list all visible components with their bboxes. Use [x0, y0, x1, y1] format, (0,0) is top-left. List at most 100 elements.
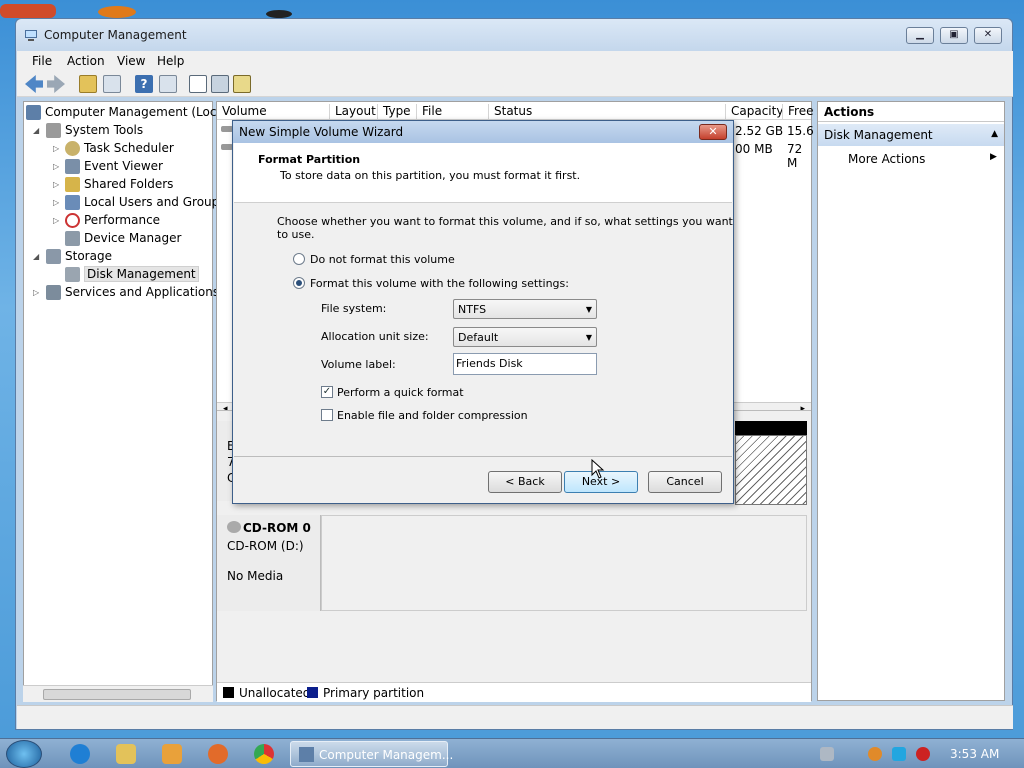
- col-file-system[interactable]: File System: [416, 104, 488, 132]
- start-button[interactable]: [6, 740, 42, 768]
- expand-arrow-icon[interactable]: ▷: [53, 162, 59, 171]
- col-capacity[interactable]: Capacity: [725, 104, 783, 120]
- wizard-header: Format Partition To store data on this p…: [234, 143, 732, 203]
- disk-settings-icon[interactable]: [233, 75, 251, 93]
- close-button[interactable]: ✕: [974, 27, 1002, 44]
- cdrom-icon: [227, 521, 241, 533]
- wizard-separator: [234, 456, 732, 457]
- format-volume-radio[interactable]: [293, 277, 305, 289]
- menu-view[interactable]: View: [117, 54, 145, 68]
- computer-management-icon: [299, 747, 314, 762]
- media-player-icon[interactable]: [162, 744, 182, 764]
- back-icon[interactable]: [25, 75, 43, 93]
- collapse-arrow-icon[interactable]: ◢: [33, 252, 39, 261]
- col-layout[interactable]: Layout: [329, 104, 376, 120]
- more-actions-item[interactable]: More Actions: [848, 152, 925, 166]
- expand-arrow-icon[interactable]: ▷: [53, 216, 59, 225]
- taskbar-computer-management[interactable]: Computer Managem...: [290, 741, 453, 767]
- show-hide-tree-icon[interactable]: [103, 75, 121, 93]
- col-free[interactable]: Free: [782, 104, 813, 120]
- volume-row-free: 15.6: [787, 124, 814, 138]
- compression-checkbox[interactable]: [321, 409, 333, 421]
- do-not-format-radio[interactable]: [293, 253, 305, 265]
- tree-horizontal-scrollbar[interactable]: [23, 685, 213, 702]
- primary-partition-swatch: [307, 687, 318, 698]
- console-tree: Computer Management (Local ◢ System Tool…: [23, 101, 227, 701]
- wizard-prompt: Choose whether you want to format this v…: [277, 215, 733, 241]
- quick-format-checkbox[interactable]: ✓: [321, 386, 333, 398]
- taskbar-clock[interactable]: 3:53 AM: [950, 747, 999, 761]
- desktop-icon[interactable]: [98, 6, 136, 18]
- submenu-arrow-icon[interactable]: ▶: [990, 152, 997, 162]
- back-button[interactable]: < Back: [488, 471, 562, 493]
- explorer-folder-icon[interactable]: [116, 744, 136, 764]
- taskbar: Computer Managem... 3:53 AM: [0, 738, 1024, 768]
- col-type[interactable]: Type: [377, 104, 415, 120]
- format-volume-label[interactable]: Format this volume with the following se…: [310, 277, 569, 290]
- performance-icon: [65, 213, 80, 228]
- refresh-icon[interactable]: [189, 75, 207, 93]
- paint-icon[interactable]: [208, 744, 228, 764]
- tray-volume-icon[interactable]: [916, 747, 930, 761]
- expand-arrow-icon[interactable]: ▷: [53, 198, 59, 207]
- internet-explorer-icon[interactable]: [70, 744, 90, 764]
- collapse-triangle-icon[interactable]: ▲: [991, 129, 998, 139]
- cancel-button[interactable]: Cancel: [648, 471, 722, 493]
- properties-icon[interactable]: [211, 75, 229, 93]
- expand-arrow-icon[interactable]: ▷: [53, 180, 59, 189]
- menu-help[interactable]: Help: [157, 54, 184, 68]
- wizard-title-bar[interactable]: New Simple Volume Wizard ✕: [233, 121, 733, 143]
- chrome-icon[interactable]: [254, 744, 274, 764]
- status-bar: [17, 705, 1013, 729]
- clock-icon: [65, 141, 80, 156]
- volume-label-input[interactable]: Friends Disk: [453, 353, 597, 375]
- maximize-button[interactable]: ▣: [940, 27, 968, 44]
- desktop-icon[interactable]: [0, 4, 56, 18]
- expand-arrow-icon[interactable]: ▷: [33, 288, 39, 297]
- allocation-unit-label: Allocation unit size:: [321, 330, 429, 343]
- volume-label-label: Volume label:: [321, 358, 396, 371]
- dropdown-arrow-icon: ▼: [585, 333, 592, 342]
- quick-format-label[interactable]: Perform a quick format: [337, 386, 464, 399]
- event-viewer-icon: [65, 159, 80, 174]
- actions-section-disk-management[interactable]: Disk Management ▲: [818, 124, 1004, 146]
- wizard-subheading: To store data on this partition, you mus…: [280, 169, 581, 182]
- up-folder-icon[interactable]: [79, 75, 97, 93]
- unallocated-region[interactable]: [735, 435, 807, 505]
- device-manager-icon: [65, 231, 80, 246]
- do-not-format-label[interactable]: Do not format this volume: [310, 253, 455, 266]
- shared-folder-icon: [65, 177, 80, 192]
- file-system-select[interactable]: NTFS ▼: [453, 299, 597, 319]
- menu-action[interactable]: Action: [67, 54, 105, 68]
- wizard-heading: Format Partition: [258, 153, 361, 166]
- collapse-arrow-icon[interactable]: ◢: [33, 126, 39, 135]
- file-system-label: File system:: [321, 302, 387, 315]
- help-icon[interactable]: ?: [135, 75, 153, 93]
- compression-label[interactable]: Enable file and folder compression: [337, 409, 528, 422]
- scrollbar-thumb[interactable]: [43, 689, 191, 700]
- tray-search-icon[interactable]: [868, 747, 882, 761]
- minimize-button[interactable]: ▁: [906, 27, 934, 44]
- title-bar[interactable]: Computer Management ▁ ▣ ✕: [16, 19, 1012, 51]
- desktop-icon[interactable]: [266, 10, 292, 18]
- col-volume[interactable]: Volume: [217, 104, 329, 120]
- users-icon: [65, 195, 80, 210]
- toolbar: ?: [17, 71, 1013, 97]
- computer-icon: [26, 105, 41, 120]
- show-hide-action-pane-icon[interactable]: [159, 75, 177, 93]
- new-simple-volume-wizard: New Simple Volume Wizard ✕ Format Partit…: [232, 120, 734, 504]
- menu-bar: File Action View Help: [17, 51, 1013, 71]
- tray-app-icon[interactable]: [820, 747, 834, 761]
- menu-file[interactable]: File: [32, 54, 52, 68]
- wizard-close-button[interactable]: ✕: [699, 124, 727, 140]
- allocation-unit-select[interactable]: Default ▼: [453, 327, 597, 347]
- expand-arrow-icon[interactable]: ▷: [53, 144, 59, 153]
- tray-network-icon[interactable]: [892, 747, 906, 761]
- disk-legend: Unallocated Primary partition: [217, 682, 811, 702]
- cdrom-0-label[interactable]: CD-ROM 0 CD-ROM (D:) No Media: [217, 515, 321, 611]
- cdrom-region[interactable]: [321, 515, 807, 611]
- forward-icon[interactable]: [47, 75, 65, 93]
- volume-list-header: Volume Layout Type File System Status Ca…: [217, 102, 813, 132]
- volume-row-capacity: 2.52 GB: [735, 124, 784, 138]
- col-status[interactable]: Status: [488, 104, 724, 120]
